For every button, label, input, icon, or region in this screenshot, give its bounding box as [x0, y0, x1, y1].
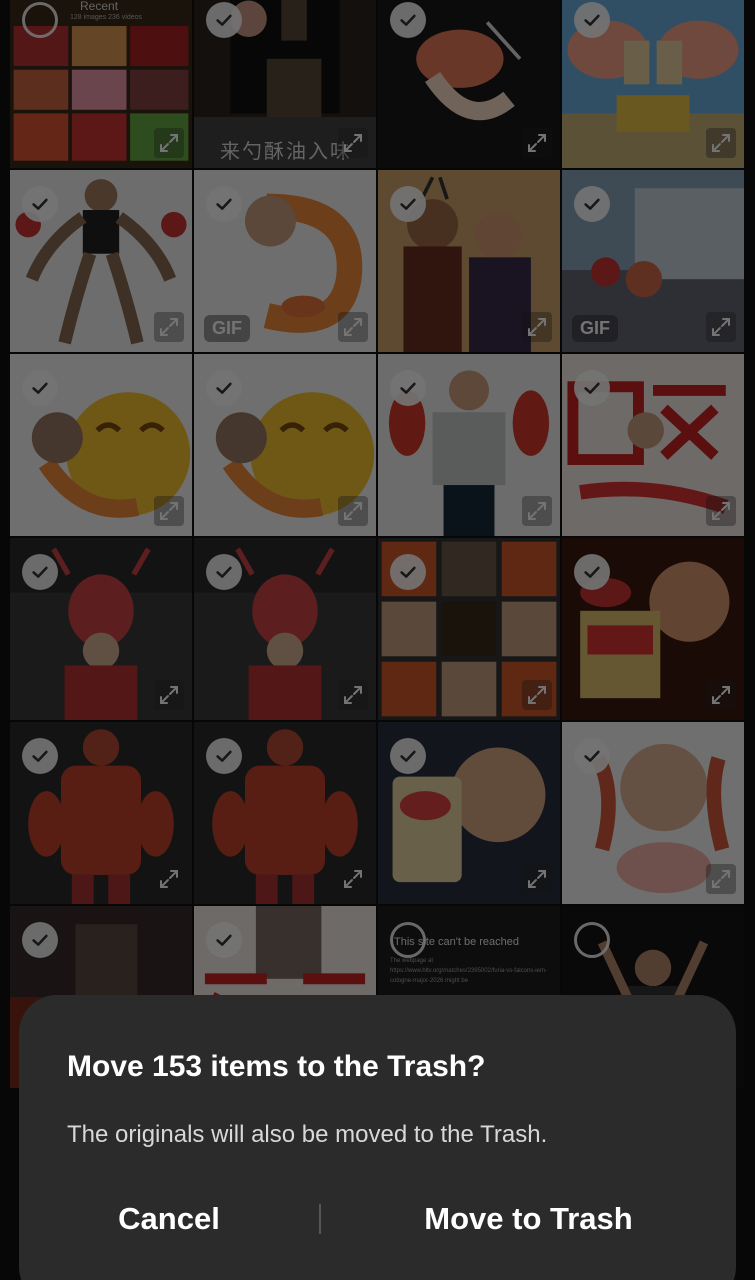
checkmark-icon[interactable] — [206, 554, 242, 590]
checkmark-icon[interactable] — [22, 186, 58, 222]
photo-thumbnail[interactable] — [10, 354, 192, 536]
checkmark-icon[interactable] — [206, 2, 242, 38]
checkmark-icon[interactable] — [22, 738, 58, 774]
expand-icon[interactable] — [522, 312, 552, 342]
expand-icon[interactable] — [338, 128, 368, 158]
album-count: 128 images 236 videos — [70, 14, 142, 21]
photo-thumbnail[interactable] — [10, 538, 192, 720]
photo-thumbnail[interactable] — [378, 354, 560, 536]
unselected-circle-icon[interactable] — [390, 922, 426, 958]
dialog-message: The originals will also be moved to the … — [67, 1121, 548, 1148]
expand-icon[interactable] — [522, 864, 552, 894]
checkmark-icon[interactable] — [574, 186, 610, 222]
dialog-title: Move 153 items to the Trash? — [67, 1050, 486, 1083]
expand-icon[interactable] — [338, 680, 368, 710]
checkmark-icon[interactable] — [574, 738, 610, 774]
checkmark-icon[interactable] — [206, 186, 242, 222]
photo-thumbnail[interactable] — [10, 170, 192, 352]
photo-thumbnail[interactable]: Recent 128 images 236 videos — [10, 0, 192, 168]
photo-thumbnail[interactable] — [194, 354, 376, 536]
photo-thumbnail[interactable]: GIF — [194, 170, 376, 352]
photo-thumbnail[interactable] — [562, 722, 744, 904]
checkmark-icon[interactable] — [390, 370, 426, 406]
photo-thumbnail[interactable] — [194, 722, 376, 904]
checkmark-icon[interactable] — [22, 554, 58, 590]
checkmark-icon[interactable] — [574, 554, 610, 590]
expand-icon[interactable] — [338, 496, 368, 526]
checkmark-icon[interactable] — [574, 370, 610, 406]
photo-thumbnail[interactable] — [562, 354, 744, 536]
expand-icon[interactable] — [154, 864, 184, 894]
expand-icon[interactable] — [154, 128, 184, 158]
expand-icon[interactable] — [154, 312, 184, 342]
photo-thumbnail[interactable]: 来勺酥油入味 — [194, 0, 376, 168]
expand-icon[interactable] — [522, 496, 552, 526]
checkmark-icon[interactable] — [22, 922, 58, 958]
expand-icon[interactable] — [522, 680, 552, 710]
move-to-trash-button[interactable]: Move to Trash — [321, 1195, 736, 1243]
photo-thumbnail[interactable] — [194, 538, 376, 720]
gif-badge: GIF — [204, 315, 250, 342]
trash-confirm-dialog: Move 153 items to the Trash? The origina… — [19, 995, 736, 1280]
checkmark-icon[interactable] — [22, 370, 58, 406]
photo-thumbnail[interactable]: GIF — [562, 170, 744, 352]
expand-icon[interactable] — [154, 680, 184, 710]
photo-thumbnail[interactable] — [562, 538, 744, 720]
checkmark-icon[interactable] — [206, 922, 242, 958]
caption-overlay: 来勺酥油入味 — [220, 139, 352, 163]
checkmark-icon[interactable] — [390, 738, 426, 774]
expand-icon[interactable] — [154, 496, 184, 526]
checkmark-icon[interactable] — [390, 2, 426, 38]
checkmark-icon[interactable] — [390, 186, 426, 222]
expand-icon[interactable] — [522, 128, 552, 158]
checkmark-icon[interactable] — [206, 738, 242, 774]
expand-icon[interactable] — [706, 496, 736, 526]
photo-thumbnail[interactable] — [378, 0, 560, 168]
cancel-button[interactable]: Cancel — [19, 1195, 319, 1243]
error-body: The webpage at https://www.hltv.org/matc… — [390, 958, 547, 984]
photo-thumbnail[interactable] — [378, 538, 560, 720]
expand-icon[interactable] — [706, 864, 736, 894]
checkmark-icon[interactable] — [390, 554, 426, 590]
photo-thumbnail[interactable] — [378, 170, 560, 352]
photo-grid: Recent 128 images 236 videos 来勺酥油入味 GIF GIF T… — [0, 0, 755, 1088]
photo-thumbnail[interactable] — [10, 722, 192, 904]
unselected-circle-icon[interactable] — [22, 2, 58, 38]
expand-icon[interactable] — [706, 680, 736, 710]
gif-badge: GIF — [572, 315, 618, 342]
checkmark-icon[interactable] — [574, 2, 610, 38]
gallery-screen: Recent 128 images 236 videos 来勺酥油入味 GIF GIF T… — [0, 0, 755, 1280]
photo-thumbnail[interactable] — [562, 0, 744, 168]
unselected-circle-icon[interactable] — [574, 922, 610, 958]
expand-icon[interactable] — [706, 128, 736, 158]
photo-thumbnail[interactable] — [378, 722, 560, 904]
checkmark-icon[interactable] — [206, 370, 242, 406]
expand-icon[interactable] — [338, 864, 368, 894]
dialog-actions: Cancel Move to Trash — [19, 1195, 736, 1243]
expand-icon[interactable] — [706, 312, 736, 342]
expand-icon[interactable] — [338, 312, 368, 342]
album-title: Recent — [80, 0, 119, 13]
